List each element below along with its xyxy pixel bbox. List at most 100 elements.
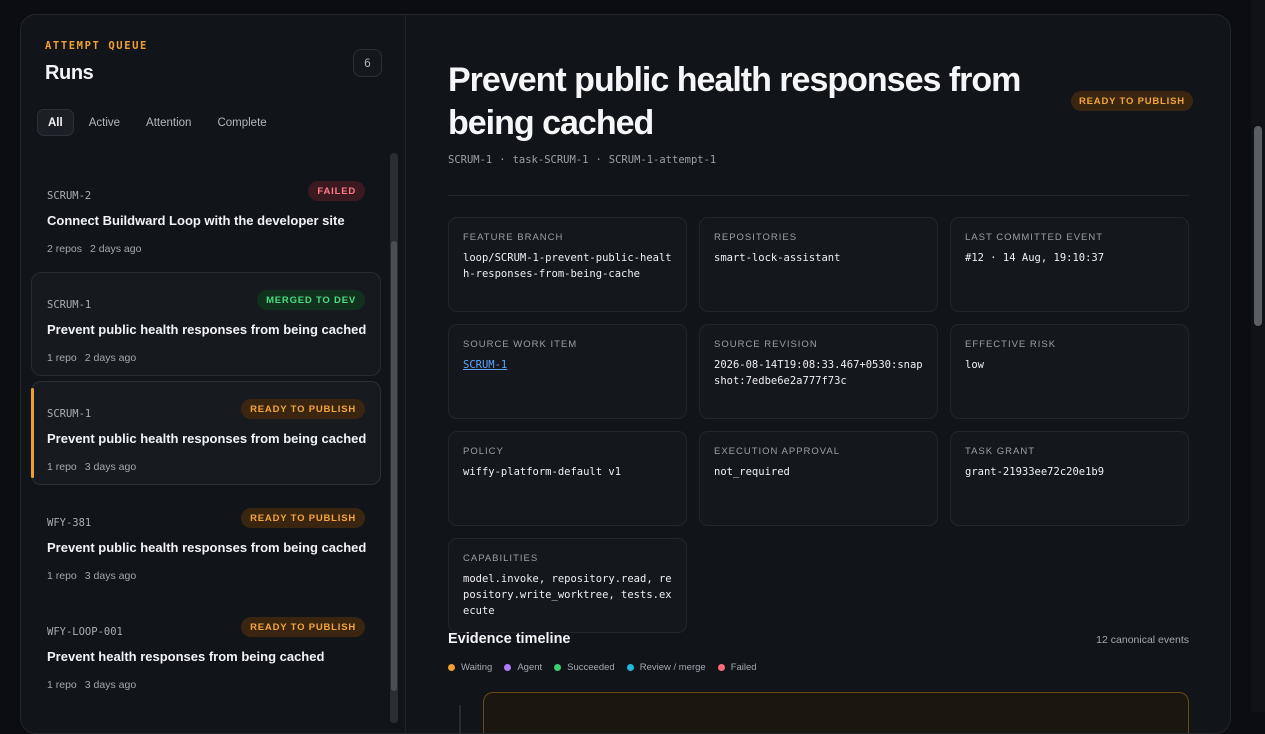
field-value: model.invoke, repository.read, repositor…	[463, 573, 672, 617]
status-badge-ready: READY TO PUBLISH	[241, 508, 365, 528]
legend-item-agent: Agent	[504, 662, 542, 673]
legend-label: Agent	[517, 662, 543, 673]
window-scrollbar[interactable]	[1251, 0, 1265, 712]
attempt-fields-grid: FEATURE BRANCH loop/SCRUM-1-prevent-publ…	[448, 217, 1189, 633]
run-title: Prevent public health responses from bei…	[47, 431, 367, 446]
breadcrumb: SCRUM-1 · task-SCRUM-1 · SCRUM-1-attempt…	[448, 154, 716, 166]
field-capabilities: CAPABILITIES model.invoke, repository.re…	[448, 538, 687, 633]
field-label: EFFECTIVE RISK	[965, 339, 1057, 350]
legend-dot-icon	[626, 664, 634, 671]
legend-label: Succeeded	[567, 662, 615, 673]
field-effective-risk: EFFECTIVE RISK low	[950, 324, 1189, 419]
run-age: 2 days ago	[84, 352, 137, 364]
legend-item-review-merge: Review / merge	[626, 662, 706, 673]
source-work-item-link[interactable]: SCRUM-1	[463, 357, 672, 373]
run-meta: 1 repo 3 days ago	[47, 570, 136, 582]
field-repositories: REPOSITORIES smart-lock-assistant	[699, 217, 938, 312]
legend-label: Waiting	[461, 662, 493, 673]
queue-kicker: ATTEMPT QUEUE	[45, 40, 148, 52]
runs-title: Runs	[45, 62, 94, 84]
filter-tabs: All Active Attention Complete	[37, 109, 278, 136]
tab-attention[interactable]: Attention	[135, 109, 202, 136]
field-source-revision: SOURCE REVISION 2026-08-14T19:08:33.467+…	[699, 324, 938, 419]
field-policy: POLICY wiffy-platform-default v1	[448, 431, 687, 526]
runs-count-badge: 6	[353, 49, 382, 77]
breadcrumb-task: task-SCRUM-1	[512, 154, 589, 166]
field-label: POLICY	[463, 446, 504, 457]
breadcrumb-separator: ·	[595, 154, 602, 166]
field-label: EXECUTION APPROVAL	[714, 446, 841, 457]
field-value: wiffy-platform-default v1	[463, 466, 622, 478]
run-repos: 1 repo	[47, 352, 77, 364]
run-id: WFY-LOOP-001	[47, 626, 123, 638]
runs-sidebar: ATTEMPT QUEUE Runs 6 All Active Attentio…	[21, 15, 406, 733]
timeline-event-card[interactable]	[483, 692, 1189, 733]
run-repos: 1 repo	[47, 570, 77, 582]
run-id: SCRUM-2	[47, 190, 92, 202]
sidebar-scrollbar[interactable]	[390, 153, 398, 723]
field-label: LAST COMMITTED EVENT	[965, 232, 1104, 243]
window-scrollbar-thumb[interactable]	[1254, 126, 1262, 326]
field-value: #12 · 14 Aug, 19:10:37	[965, 252, 1105, 264]
field-task-grant: TASK GRANT grant-21933ee72c20e1b9	[950, 431, 1189, 526]
run-meta: 1 repo 2 days ago	[47, 352, 136, 364]
legend-item-waiting: Waiting	[448, 662, 492, 673]
app-window: ATTEMPT QUEUE Runs 6 All Active Attentio…	[20, 14, 1231, 734]
legend-item-succeeded: Succeeded	[554, 662, 615, 673]
run-repos: 1 repo	[47, 679, 77, 691]
breadcrumb-separator: ·	[499, 154, 506, 166]
run-id: WFY-381	[47, 517, 92, 529]
field-value: loop/SCRUM-1-prevent-public-health-respo…	[463, 252, 672, 280]
tab-all[interactable]: All	[37, 109, 74, 136]
status-badge-merged: MERGED TO DEV	[257, 290, 365, 310]
page-title: Prevent public health responses from bei…	[448, 61, 1021, 142]
legend-label: Failed	[730, 662, 757, 673]
divider	[448, 195, 1189, 196]
breadcrumb-work-item: SCRUM-1	[448, 154, 493, 166]
field-value: low	[965, 359, 984, 371]
field-value: not_required	[714, 466, 790, 478]
field-label: SOURCE REVISION	[714, 339, 818, 350]
field-label: SOURCE WORK ITEM	[463, 339, 578, 350]
tab-complete[interactable]: Complete	[206, 109, 277, 136]
run-card[interactable]: SCRUM-1 MERGED TO DEV Prevent public hea…	[31, 272, 381, 376]
status-badge-ready: READY TO PUBLISH	[241, 399, 365, 419]
run-meta: 2 repos 2 days ago	[47, 243, 141, 255]
field-source-work-item: SOURCE WORK ITEM SCRUM-1	[448, 324, 687, 419]
status-badge-failed: FAILED	[308, 181, 365, 201]
breadcrumb-attempt: SCRUM-1-attempt-1	[608, 154, 717, 166]
timeline-legend: Waiting Agent Succeeded Review / merge F…	[448, 662, 757, 673]
field-value: smart-lock-assistant	[714, 252, 841, 264]
run-id: SCRUM-1	[47, 408, 92, 420]
run-card[interactable]: WFY-381 READY TO PUBLISH Prevent public …	[31, 490, 381, 594]
run-card[interactable]: WFY-LOOP-001 READY TO PUBLISH Prevent he…	[31, 599, 381, 703]
run-card[interactable]: SCRUM-2 FAILED Connect Buildward Loop wi…	[31, 163, 381, 267]
field-label: CAPABILITIES	[463, 553, 539, 564]
run-title: Connect Buildward Loop with the develope…	[47, 213, 345, 228]
run-title: Prevent public health responses from bei…	[47, 322, 367, 337]
run-id: SCRUM-1	[47, 299, 92, 311]
field-last-committed-event: LAST COMMITTED EVENT #12 · 14 Aug, 19:10…	[950, 217, 1189, 312]
run-age: 2 days ago	[90, 243, 142, 255]
field-label: REPOSITORIES	[714, 232, 798, 243]
field-execution-approval: EXECUTION APPROVAL not_required	[699, 431, 938, 526]
run-detail-pane: Prevent public health responses from bei…	[407, 15, 1230, 733]
field-feature-branch: FEATURE BRANCH loop/SCRUM-1-prevent-publ…	[448, 217, 687, 312]
status-badge: READY TO PUBLISH	[1071, 91, 1193, 111]
legend-label: Review / merge	[639, 662, 706, 673]
runs-list: SCRUM-2 FAILED Connect Buildward Loop wi…	[31, 163, 381, 723]
run-meta: 1 repo 3 days ago	[47, 461, 136, 473]
legend-dot-icon	[717, 664, 725, 671]
legend-item-failed: Failed	[717, 662, 757, 673]
sidebar-scrollbar-thumb[interactable]	[391, 241, 397, 691]
run-repos: 2 repos	[47, 243, 83, 255]
run-card-selected[interactable]: SCRUM-1 READY TO PUBLISH Prevent public …	[31, 381, 381, 485]
tab-active[interactable]: Active	[78, 109, 131, 136]
field-value: 2026-08-14T19:08:33.467+0530:snapshot:7e…	[714, 359, 923, 387]
field-value: grant-21933ee72c20e1b9	[965, 466, 1105, 478]
run-repos: 1 repo	[47, 461, 77, 473]
run-title: Prevent health responses from being cach…	[47, 649, 325, 664]
timeline-rail	[459, 705, 461, 733]
run-title: Prevent public health responses from bei…	[47, 540, 367, 555]
run-meta: 1 repo 3 days ago	[47, 679, 136, 691]
